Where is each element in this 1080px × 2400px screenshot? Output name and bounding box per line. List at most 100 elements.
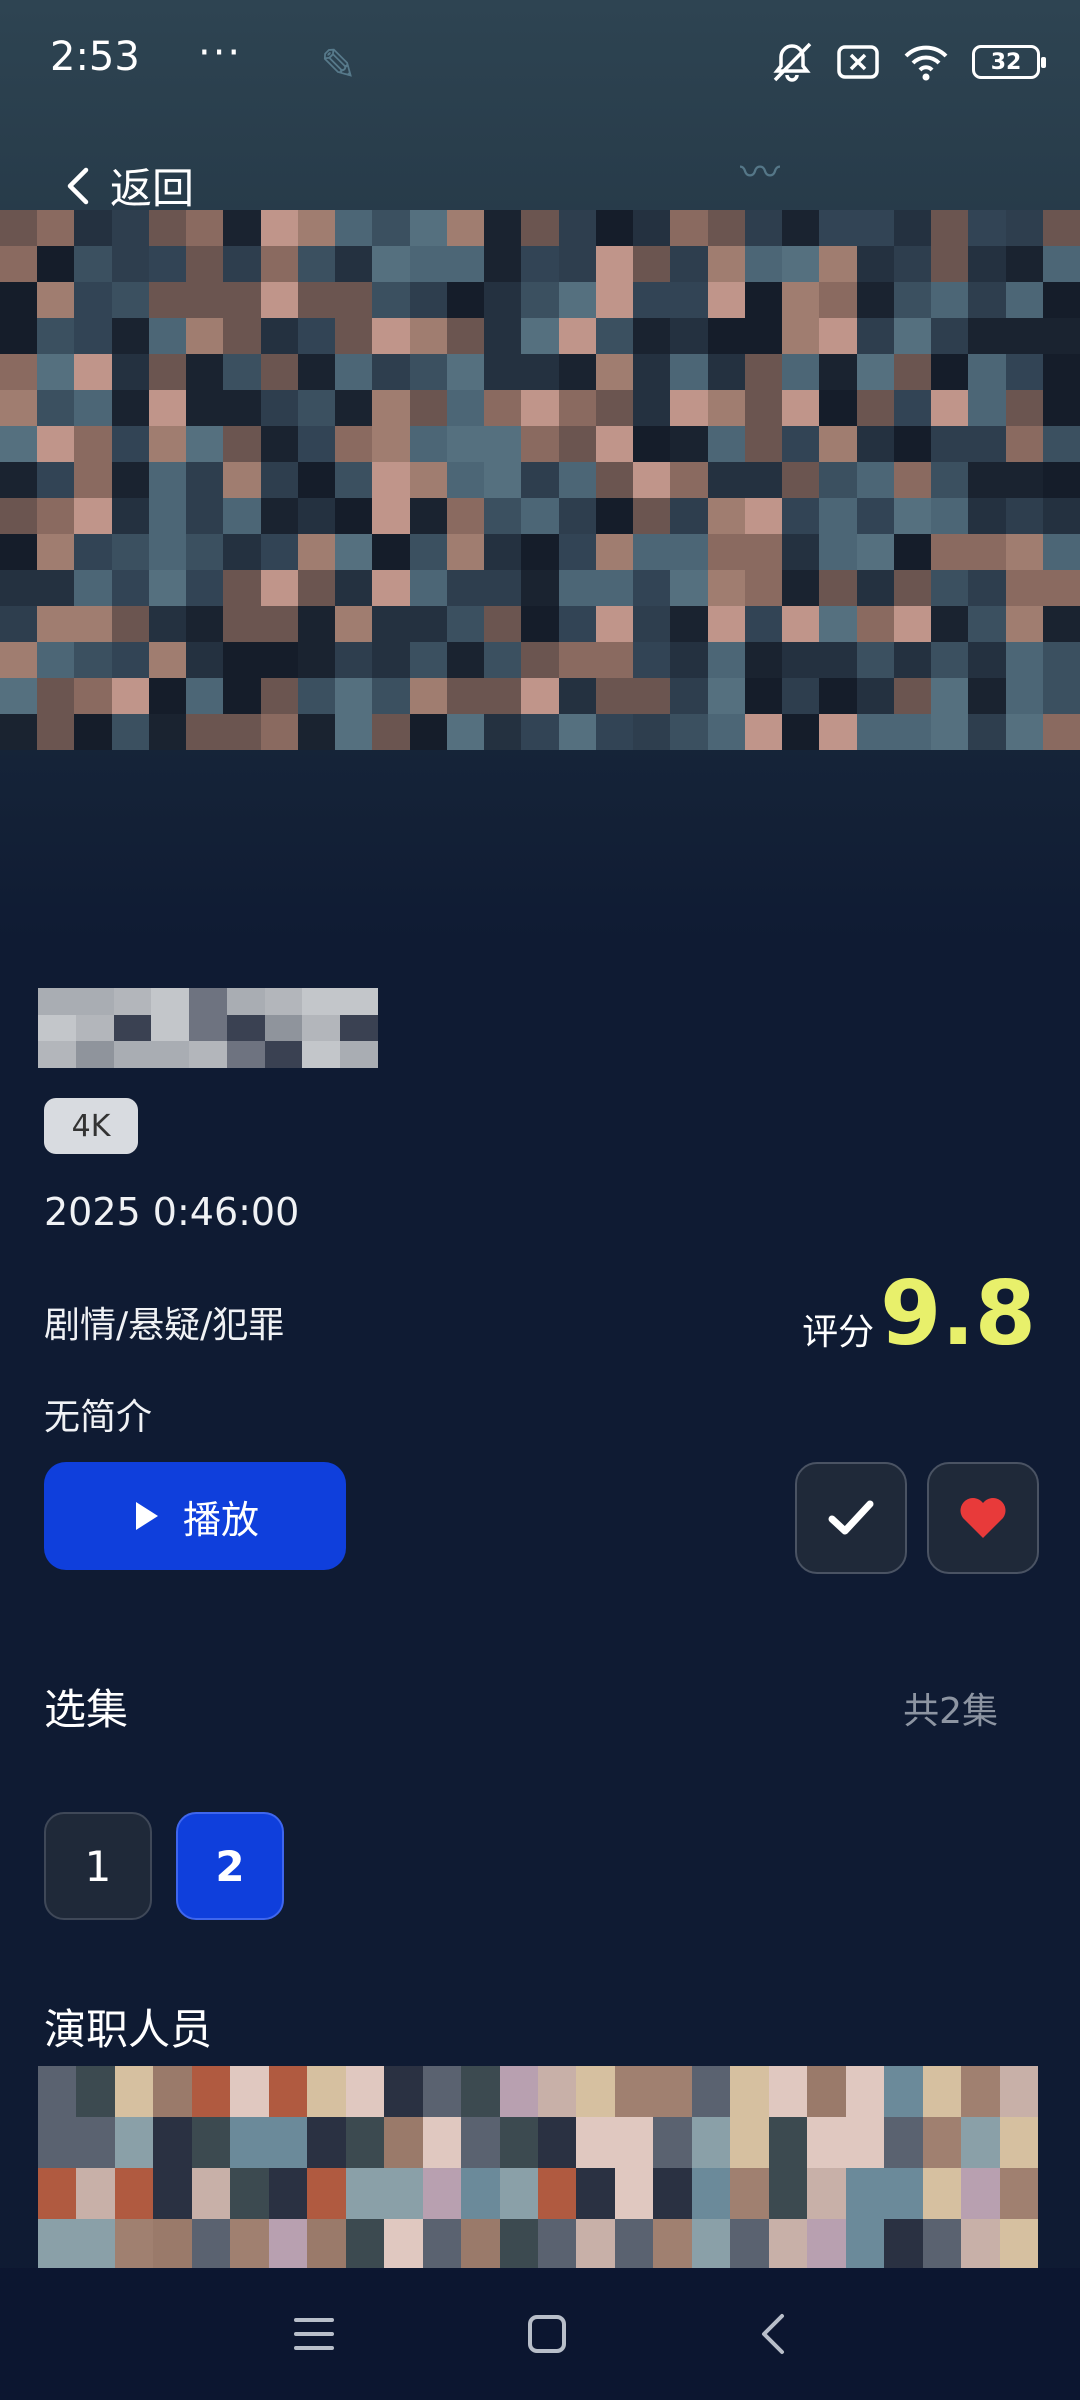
mosaic-cell [409,642,447,678]
mosaic-cell [113,1014,152,1042]
mosaic-cell [782,354,820,390]
mosaic-cell [999,2066,1038,2117]
mosaic-cell [0,246,38,282]
mosaic-cell [484,282,522,318]
mosaic-cell [484,246,522,282]
mosaic-cell [335,318,373,354]
home-icon[interactable] [526,2313,568,2355]
mosaic-cell [670,354,708,390]
mosaic-cell [1005,210,1043,246]
mosaic-cell [633,318,671,354]
mosaic-cell [226,1041,265,1068]
favorite-button[interactable] [927,1462,1039,1574]
mosaic-cell [558,678,596,714]
mosaic-cell [856,390,894,426]
mosaic-cell [614,2168,654,2219]
watched-button[interactable] [795,1462,907,1574]
mosaic-cell [1005,282,1043,318]
mosaic-cell [223,534,261,570]
mosaic-cell [223,354,261,390]
mosaic-cell [37,426,75,462]
mosaic-cell [819,282,857,318]
mosaic-cell [653,2168,692,2219]
mosaic-cell [148,318,187,354]
mosaic-cell [297,714,336,750]
mosaic-cell [446,642,485,678]
mosaic-cell [1042,498,1080,534]
mosaic-cell [499,2219,538,2270]
mosaic-cell [670,642,708,678]
mosaic-cell [521,534,559,570]
mosaic-cell [968,642,1006,678]
mosaic-cell [186,354,224,390]
mosaic-cell [264,1041,303,1068]
mosaic-cell [521,462,559,498]
mosaic-cell [744,678,783,714]
mosaic-cell [409,354,447,390]
mosaic-cell [153,2066,192,2117]
mosaic-cell [268,2117,308,2168]
mosaic-cell [968,534,1006,570]
mosaic-cell [521,642,559,678]
back-button[interactable]: 返回 [64,155,194,216]
mosaic-cell [1005,246,1043,282]
mosaic-cell [744,354,783,390]
mosaic-cell [335,642,373,678]
mosaic-cell [74,570,112,606]
mosaic-cell [856,426,894,462]
mosaic-cell [595,642,634,678]
mosaic-cell [372,282,410,318]
mosaic-cell [884,2168,923,2219]
pixelated-title [38,988,378,1068]
mosaic-cell [446,354,485,390]
mosaic-cell [461,2168,500,2219]
mosaic-cell [782,462,820,498]
mosaic-cell [744,498,783,534]
mosaic-cell [74,354,112,390]
mosaic-cell [340,1041,378,1068]
mosaic-cell [931,642,969,678]
mosaic-cell [653,2219,692,2270]
status-bar: 2:53 ··· 32 [0,0,1080,120]
mosaic-cell [223,390,261,426]
mosaic-cell [260,426,298,462]
cast-photos-pixelated[interactable] [38,2066,1038,2270]
mosaic-cell [0,534,38,570]
mosaic-cell [707,462,745,498]
mosaic-cell [807,2168,846,2219]
mosaic-cell [999,2219,1038,2270]
mosaic-cell [422,2168,462,2219]
mosaic-cell [744,390,783,426]
mosaic-cell [633,426,671,462]
mosaic-cell [670,714,708,750]
play-button[interactable]: 播放 [44,1462,346,1570]
mosaic-cell [845,2066,885,2117]
episode-button-1[interactable]: 1 [44,1812,152,1920]
mosaic-cell [893,498,932,534]
mosaic-cell [595,246,634,282]
mosaic-cell [1005,642,1043,678]
menu-icon[interactable] [292,2314,336,2354]
mosaic-cell [189,1014,227,1042]
mosaic-cell [961,2066,1000,2117]
mosaic-cell [1005,318,1043,354]
mosaic-cell [297,282,336,318]
back-nav-icon[interactable] [758,2312,788,2356]
mosaic-cell [409,570,447,606]
mosaic-cell [499,2168,538,2219]
mosaic-cell [484,354,522,390]
mosaic-cell [111,534,149,570]
mosaic-cell [707,426,745,462]
mosaic-cell [260,210,298,246]
mosaic-cell [1042,606,1080,642]
mosaic-cell [484,318,522,354]
mosaic-cell [335,210,373,246]
episode-button-2[interactable]: 2 [176,1812,284,1920]
mosaic-cell [409,714,447,750]
mosaic-cell [297,426,336,462]
mosaic-cell [297,246,336,282]
mosaic-cell [521,498,559,534]
status-icons: 32 [770,40,1046,84]
mosaic-cell [595,390,634,426]
mosaic-cell [74,426,112,462]
